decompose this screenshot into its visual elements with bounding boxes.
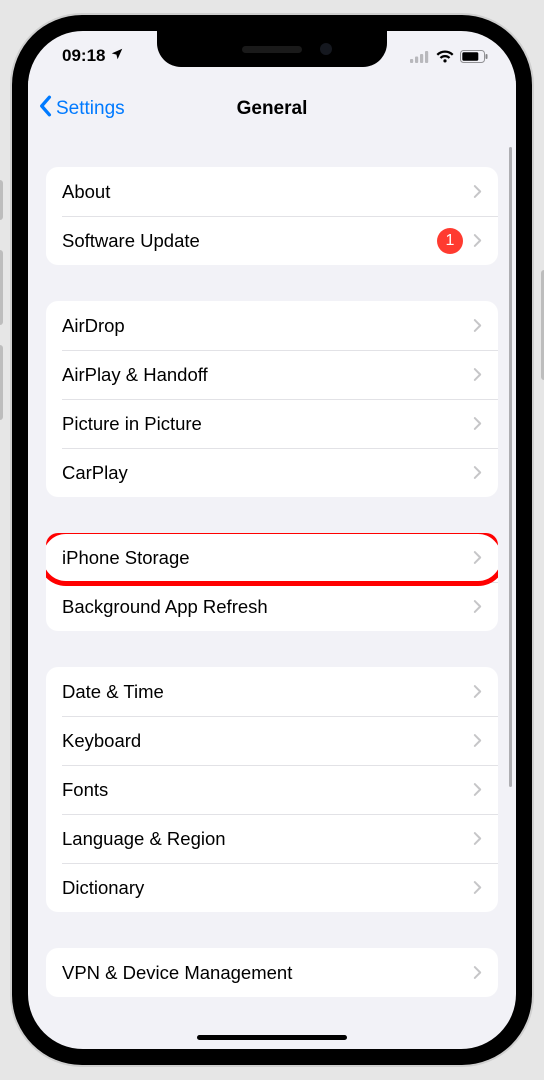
status-time: 09:18 bbox=[62, 46, 105, 66]
row-label: Picture in Picture bbox=[62, 413, 473, 435]
chevron-right-icon bbox=[473, 599, 482, 614]
chevron-right-icon bbox=[473, 318, 482, 333]
screen: 09:18 bbox=[28, 31, 516, 1049]
scroll-indicator[interactable] bbox=[509, 147, 512, 787]
phone-frame: 09:18 bbox=[0, 0, 544, 1080]
settings-content[interactable]: About Software Update1 AirDrop AirPlay & Ha… bbox=[28, 137, 516, 1049]
chevron-right-icon bbox=[473, 465, 482, 480]
notch bbox=[157, 31, 387, 67]
row-label: AirDrop bbox=[62, 315, 473, 337]
settings-row-airplay-handoff[interactable]: AirPlay & Handoff bbox=[46, 350, 498, 399]
chevron-right-icon bbox=[473, 367, 482, 382]
row-label: VPN & Device Management bbox=[62, 962, 473, 984]
row-label: Fonts bbox=[62, 779, 473, 801]
chevron-right-icon bbox=[473, 733, 482, 748]
notification-badge: 1 bbox=[437, 228, 463, 254]
chevron-left-icon bbox=[38, 95, 52, 123]
row-label: Background App Refresh bbox=[62, 596, 473, 618]
settings-row-background-app-refresh[interactable]: Background App Refresh bbox=[46, 582, 498, 631]
settings-row-about[interactable]: About bbox=[46, 167, 498, 216]
settings-row-carplay[interactable]: CarPlay bbox=[46, 448, 498, 497]
settings-group: About Software Update1 bbox=[46, 167, 498, 265]
cellular-signal-icon bbox=[410, 50, 430, 63]
volume-down-button bbox=[0, 345, 3, 420]
chevron-right-icon bbox=[473, 831, 482, 846]
settings-group: Date & Time Keyboard Fonts Language & Regio… bbox=[46, 667, 498, 912]
row-label: About bbox=[62, 181, 473, 203]
settings-row-language-region[interactable]: Language & Region bbox=[46, 814, 498, 863]
page-title: General bbox=[237, 98, 308, 120]
front-camera bbox=[320, 43, 332, 55]
row-label: CarPlay bbox=[62, 462, 473, 484]
volume-up-button bbox=[0, 250, 3, 325]
settings-row-dictionary[interactable]: Dictionary bbox=[46, 863, 498, 912]
settings-row-date-time[interactable]: Date & Time bbox=[46, 667, 498, 716]
navigation-bar: Settings General bbox=[28, 81, 516, 137]
row-label: AirPlay & Handoff bbox=[62, 364, 473, 386]
chevron-right-icon bbox=[473, 550, 482, 565]
row-label: iPhone Storage bbox=[62, 547, 473, 569]
settings-row-picture-in-picture[interactable]: Picture in Picture bbox=[46, 399, 498, 448]
battery-icon bbox=[460, 50, 488, 63]
chevron-right-icon bbox=[473, 233, 482, 248]
settings-row-software-update[interactable]: Software Update1 bbox=[46, 216, 498, 265]
row-label: Language & Region bbox=[62, 828, 473, 850]
location-icon bbox=[110, 46, 124, 66]
row-label: Date & Time bbox=[62, 681, 473, 703]
phone-bezel: 09:18 bbox=[12, 15, 532, 1065]
settings-group: AirDrop AirPlay & Handoff Picture in Pictu… bbox=[46, 301, 498, 497]
chevron-right-icon bbox=[473, 782, 482, 797]
settings-row-airdrop[interactable]: AirDrop bbox=[46, 301, 498, 350]
mute-switch bbox=[0, 180, 3, 220]
settings-row-vpn-device-management[interactable]: VPN & Device Management bbox=[46, 948, 498, 997]
chevron-right-icon bbox=[473, 416, 482, 431]
settings-row-fonts[interactable]: Fonts bbox=[46, 765, 498, 814]
chevron-right-icon bbox=[473, 184, 482, 199]
row-label: Software Update bbox=[62, 230, 437, 252]
wifi-icon bbox=[436, 50, 454, 63]
chevron-right-icon bbox=[473, 965, 482, 980]
chevron-right-icon bbox=[473, 880, 482, 895]
home-indicator[interactable] bbox=[197, 1035, 347, 1040]
speaker-grille bbox=[242, 46, 302, 53]
row-label: Keyboard bbox=[62, 730, 473, 752]
settings-group: iPhone Storage Background App Refresh bbox=[46, 533, 498, 631]
settings-group: VPN & Device Management bbox=[46, 948, 498, 997]
back-label: Settings bbox=[56, 98, 125, 120]
settings-row-iphone-storage[interactable]: iPhone Storage bbox=[46, 533, 498, 582]
chevron-right-icon bbox=[473, 684, 482, 699]
back-button[interactable]: Settings bbox=[38, 95, 125, 123]
row-label: Dictionary bbox=[62, 877, 473, 899]
settings-row-keyboard[interactable]: Keyboard bbox=[46, 716, 498, 765]
